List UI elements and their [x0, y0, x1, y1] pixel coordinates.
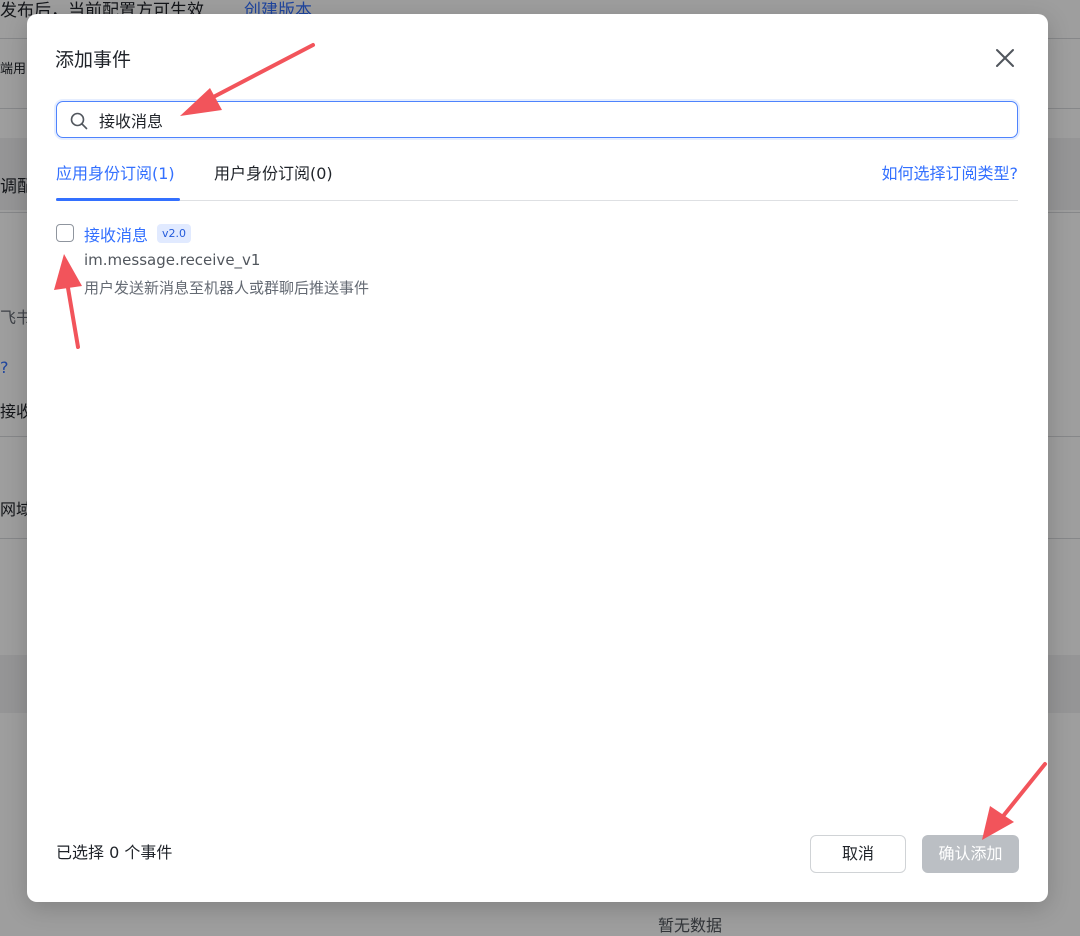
active-tab-indicator: [56, 198, 180, 201]
tab-user-identity[interactable]: 用户身份订阅(0): [214, 160, 333, 184]
close-icon: [996, 49, 1014, 67]
selected-count: 已选择 0 个事件: [56, 843, 173, 862]
cancel-button[interactable]: 取消: [810, 835, 906, 873]
event-key: im.message.receive_v1: [84, 251, 261, 269]
event-list-item: 接收消息 v2.0 im.message.receive_v1 用户发送新消息至…: [56, 220, 756, 310]
search-input[interactable]: [99, 102, 999, 137]
confirm-add-button[interactable]: 确认添加: [922, 835, 1019, 873]
event-description: 用户发送新消息至机器人或群聊后推送事件: [84, 279, 370, 297]
search-icon: [70, 112, 88, 130]
tab-label: 应用身份订阅(1): [56, 164, 175, 183]
subscription-tabs: 应用身份订阅(1) 用户身份订阅(0) 如何选择订阅类型?: [56, 160, 1018, 201]
tab-app-identity[interactable]: 应用身份订阅(1): [56, 160, 175, 184]
subscription-type-help-link[interactable]: 如何选择订阅类型?: [882, 160, 1019, 184]
dialog-title: 添加事件: [55, 49, 132, 71]
event-checkbox[interactable]: [56, 224, 74, 242]
close-button[interactable]: [989, 42, 1021, 74]
tab-label: 用户身份订阅(0): [214, 164, 333, 183]
add-event-dialog: 添加事件 应用身份订阅(1) 用户身份订阅(0) 如何选择订阅类型? 接收消息 …: [27, 14, 1048, 902]
search-box[interactable]: [56, 101, 1018, 138]
version-badge: v2.0: [157, 224, 192, 243]
event-name[interactable]: 接收消息: [84, 222, 148, 246]
